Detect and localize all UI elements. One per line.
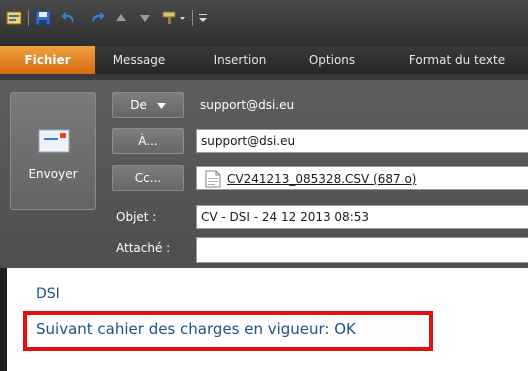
tab-fichier[interactable]: Fichier — [0, 46, 95, 74]
tab-message[interactable]: Message — [103, 46, 175, 74]
envelope-icon — [38, 129, 70, 153]
format-painter-icon[interactable] — [160, 8, 188, 28]
quick-access-toolbar — [0, 0, 528, 46]
redo-icon[interactable] — [86, 8, 108, 28]
ribbon-tabs: Fichier Message Insertion Options Format… — [0, 46, 528, 74]
header-divider — [0, 74, 528, 80]
to-button[interactable]: À... — [112, 128, 184, 154]
attachment-link[interactable]: CV241213_085328.CSV (687 o) — [227, 170, 416, 188]
attachment-field — [196, 237, 528, 263]
window-left-edge — [0, 268, 7, 371]
undo-icon[interactable] — [58, 8, 80, 28]
tab-format-du-texte[interactable]: Format du texte — [392, 46, 522, 74]
from-value: support@dsi.eu — [200, 98, 295, 112]
body-line-status: Suivant cahier des charges en vigueur: O… — [36, 320, 356, 338]
message-compose-window: Fichier Message Insertion Options Format… — [0, 0, 528, 371]
chevron-down-icon — [156, 93, 166, 117]
app-icon[interactable] — [4, 8, 24, 28]
to-field[interactable]: support@dsi.eu — [196, 129, 528, 153]
save-icon[interactable] — [33, 8, 53, 28]
send-button[interactable]: Envoyer — [10, 92, 96, 210]
from-button-label: De — [130, 98, 147, 112]
body-line-dsi: DSI — [36, 286, 60, 302]
file-icon — [205, 170, 221, 188]
toolbar-separator — [28, 10, 29, 26]
tab-options[interactable]: Options — [298, 46, 366, 74]
from-button[interactable]: De — [112, 92, 184, 118]
subject-label: Objet : — [116, 210, 157, 224]
attached-label: Attaché : — [116, 241, 171, 255]
tab-insertion[interactable]: Insertion — [200, 46, 280, 74]
cc-button[interactable]: Cc... — [112, 165, 184, 191]
customize-icon[interactable] — [196, 8, 210, 28]
arrow-up-icon[interactable] — [112, 8, 130, 28]
arrow-down-icon[interactable] — [136, 8, 154, 28]
subject-field[interactable]: CV - DSI - 24 12 2013 08:53 — [196, 205, 528, 229]
toolbar-separator — [192, 10, 193, 26]
send-label: Envoyer — [28, 167, 78, 181]
